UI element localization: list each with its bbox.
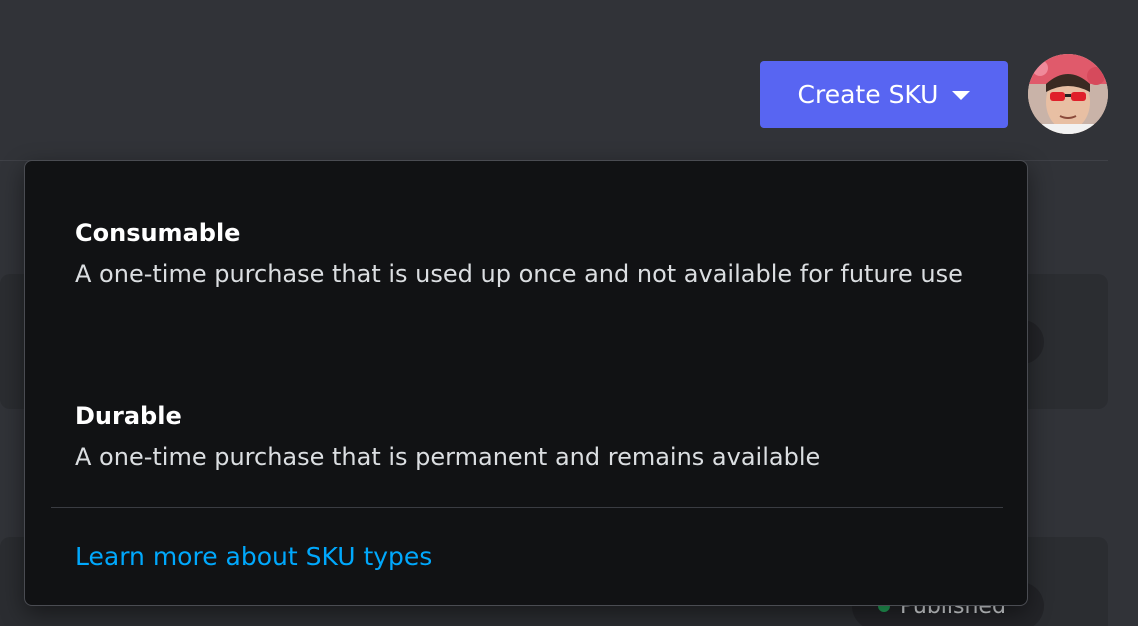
- avatar-image: [1028, 54, 1108, 134]
- option-title: Consumable: [75, 219, 241, 247]
- option-description: A one-time purchase that is used up once…: [75, 260, 963, 288]
- sku-type-option-consumable[interactable]: Consumable A one-time purchase that is u…: [75, 215, 975, 297]
- sku-type-dropdown: Consumable A one-time purchase that is u…: [24, 160, 1028, 606]
- create-sku-button[interactable]: Create SKU: [760, 61, 1008, 128]
- create-sku-button-label: Create SKU: [797, 80, 939, 109]
- sku-type-option-durable[interactable]: Durable A one-time purchase that is perm…: [75, 398, 975, 480]
- learn-more-link[interactable]: Learn more about SKU types: [75, 539, 432, 575]
- sku-page: Create SKU Published Consumable A one-ti…: [0, 0, 1138, 626]
- chevron-down-icon: [952, 91, 971, 100]
- avatar[interactable]: [1028, 54, 1108, 134]
- option-description: A one-time purchase that is permanent an…: [75, 443, 821, 471]
- menu-divider: [51, 507, 1003, 508]
- option-title: Durable: [75, 402, 182, 430]
